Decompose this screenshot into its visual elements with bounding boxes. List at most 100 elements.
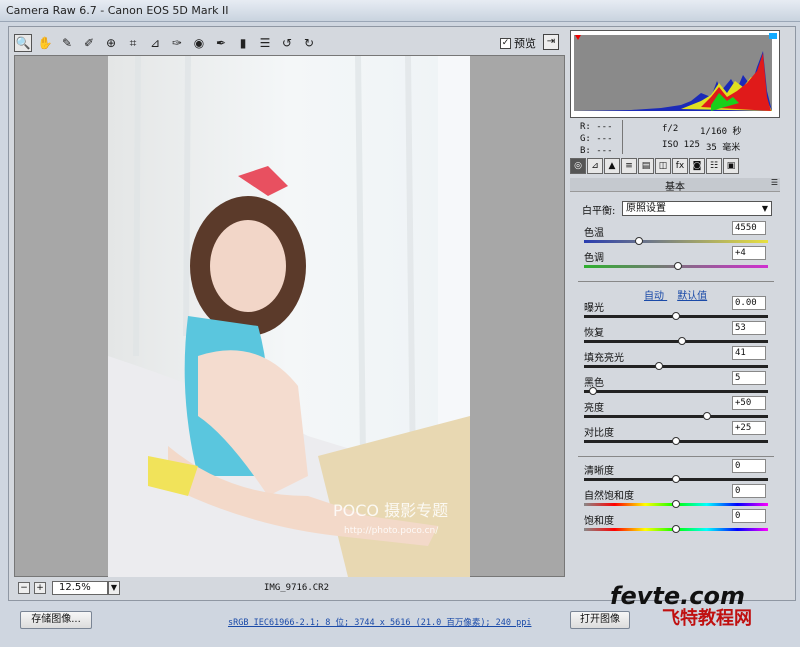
tab-lens-icon[interactable]: ◫ [655,158,671,174]
fullscreen-icon[interactable]: ⇥ [543,34,559,50]
white-balance-value: 原照设置 [626,203,666,214]
target-adjust-tool-icon[interactable]: ⊕ [102,34,120,52]
slider-value-field[interactable]: +25 [732,421,766,435]
rotate-left-icon[interactable]: ↺ [278,34,296,52]
save-image-button[interactable]: 存储图像... [20,611,92,629]
slider-value-field[interactable]: 0 [732,484,766,498]
color-sampler-tool-icon[interactable]: ✐ [80,34,98,52]
slider-value-field[interactable]: 0 [732,459,766,473]
readout-divider [622,120,623,154]
slider-value-field[interactable]: +50 [732,396,766,410]
white-balance-tool-icon[interactable]: ✎ [58,34,76,52]
histogram-graph [571,31,779,117]
divider [578,456,774,457]
preview-toggle[interactable]: ✓ 预览 [500,35,536,51]
tab-tone-curve-icon[interactable]: ⊿ [587,158,603,174]
photo-preview: POCO 摄影专题 http://photo.poco.cn/ [108,56,470,577]
red-eye-tool-icon[interactable]: ◉ [190,34,208,52]
slider-label: 对比度 [584,428,614,439]
slider-thumb[interactable] [672,500,680,508]
slider-6: 黑色 5 [582,371,768,398]
tab-effects-icon[interactable]: fx [672,158,688,174]
site-watermark: fevte.com 飞特教程网 [610,582,752,630]
preferences-icon[interactable]: ☰ [256,34,274,52]
tab-presets-icon[interactable]: ☷ [706,158,722,174]
tab-split-toning-icon[interactable]: ▤ [638,158,654,174]
tab-camera-calibration-icon[interactable]: ◙ [689,158,705,174]
slider-track[interactable] [584,390,768,393]
graduated-filter-icon[interactable]: ▮ [234,34,252,52]
photo-image: POCO 摄影专题 http://photo.poco.cn/ [108,56,470,577]
slider-value-field[interactable]: 0 [732,509,766,523]
camera-raw-window: Camera Raw 6.7 - Canon EOS 5D Mark II 🔍 … [0,0,800,647]
slider-thumb[interactable] [672,437,680,445]
slider-3: 曝光 0.00 [582,296,768,323]
slider-value-field[interactable]: 0.00 [732,296,766,310]
tab-detail-icon[interactable]: ▲ [604,158,620,174]
slider-track[interactable] [584,415,768,418]
focal-length: 35 毫米 [706,143,741,153]
histogram [570,30,780,118]
slider-value-field[interactable]: 4550 [732,221,766,235]
zoom-out-button[interactable]: − [18,582,30,594]
slider-5: 填充亮光 41 [582,346,768,373]
aperture: f/2 [662,124,679,134]
slider-label: 清晰度 [584,466,614,477]
panel-menu-icon[interactable]: ☰ [771,178,778,187]
slider-thumb[interactable] [703,412,712,420]
slider-7: 亮度 +50 [582,396,768,423]
rotate-right-icon[interactable]: ↻ [300,34,318,52]
slider-label: 饱和度 [584,516,614,527]
title-bar: Camera Raw 6.7 - Canon EOS 5D Mark II [0,0,800,22]
site-watermark-name: 飞特教程网 [662,608,752,629]
slider-thumb[interactable] [672,312,680,320]
slider-value-field[interactable]: 5 [732,371,766,385]
slider-value-field[interactable]: 53 [732,321,766,335]
preview-label: 预览 [514,37,536,50]
straighten-tool-icon[interactable]: ⊿ [146,34,164,52]
slider-thumb[interactable] [589,387,598,395]
image-canvas[interactable]: POCO 摄影专题 http://photo.poco.cn/ [14,55,565,577]
panel-tabs: ◎ ⊿ ▲ ≡ ▤ ◫ fx ◙ ☷ ▣ [570,158,780,176]
white-balance-select[interactable]: 原照设置 ▼ [622,201,772,216]
slider-thumb[interactable] [677,337,686,345]
slider-4: 恢复 53 [582,321,768,348]
window-title: Camera Raw 6.7 - Canon EOS 5D Mark II [6,4,229,17]
preview-checkbox[interactable]: ✓ [500,37,511,49]
file-name: IMG_9716.CR2 [264,583,330,593]
hand-tool-icon[interactable]: ✋ [36,34,54,52]
slider-label: 恢复 [584,328,604,339]
slider-value-field[interactable]: 41 [732,346,766,360]
slider-thumb[interactable] [672,525,680,533]
slider-track[interactable] [584,365,768,368]
slider-thumb[interactable] [673,262,682,270]
slider-thumb[interactable] [672,475,680,483]
chevron-down-icon[interactable]: ▼ [108,581,120,595]
tab-snapshots-icon[interactable]: ▣ [723,158,739,174]
readout-b: B: --- [580,146,613,156]
toolbar: 🔍 ✋ ✎ ✐ ⊕ ⌗ ⊿ ✑ ◉ ✒ ▮ ☰ ↺ ↻ [14,32,564,54]
panel-title: 基本 ☰ [570,178,780,193]
basic-panel: 白平衡: 原照设置 ▼ 自动 默认值 色温 4550 色调 +4 曝光 0.00 恢复 53 填… [574,194,774,594]
slider-label: 填充亮光 [584,353,624,364]
zoom-in-button[interactable]: + [34,582,46,594]
spot-removal-tool-icon[interactable]: ✑ [168,34,186,52]
slider-8: 对比度 +25 [582,421,768,448]
crop-tool-icon[interactable]: ⌗ [124,34,142,52]
readout-r: R: --- [580,122,613,132]
white-balance-label: 白平衡: [582,206,616,217]
tab-hsl-icon[interactable]: ≡ [621,158,637,174]
slider-track[interactable] [584,240,768,243]
slider-track[interactable] [584,340,768,343]
chevron-down-icon: ▼ [761,204,768,213]
panel-title-text: 基本 [665,182,685,193]
shutter-speed: 1/160 秒 [700,127,742,137]
slider-value-field[interactable]: +4 [732,246,766,260]
zoom-level-field[interactable]: 12.5% [52,581,108,595]
slider-thumb[interactable] [635,237,644,245]
slider-thumb[interactable] [655,362,664,370]
zoom-tool-icon[interactable]: 🔍 [14,34,32,52]
workflow-options-link[interactable]: sRGB IEC61966-2.1; 8 位; 3744 x 5616 (21.… [228,616,532,628]
adjustment-brush-icon[interactable]: ✒ [212,34,230,52]
tab-basic-icon[interactable]: ◎ [570,158,586,174]
